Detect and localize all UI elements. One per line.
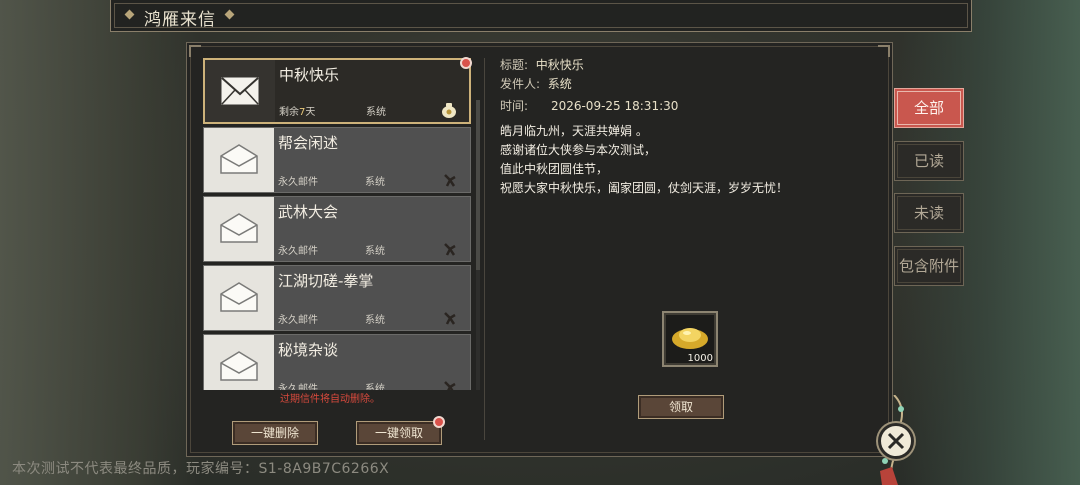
corner-ornament xyxy=(878,45,890,57)
mail-sender: 系统 xyxy=(365,246,385,257)
envelope-box xyxy=(204,266,274,330)
envelope-open-icon xyxy=(220,351,258,381)
mail-duration: 永久邮件 xyxy=(278,384,318,390)
mail-title: 武林大会 xyxy=(278,203,339,221)
tab-read[interactable]: 已读 xyxy=(894,141,964,181)
mail-title: 中秋快乐 xyxy=(279,66,340,84)
detail-body-line: 值此中秋团圆佳节， xyxy=(500,162,609,176)
gold-ingot-icon xyxy=(672,328,708,349)
envelope-box xyxy=(204,197,274,261)
mail-sender: 系统 xyxy=(366,107,386,118)
mail-duration: 永久邮件 xyxy=(278,246,318,257)
tab-all[interactable]: 全部 xyxy=(894,88,964,128)
money-bag-icon xyxy=(442,103,456,118)
envelope-open-icon xyxy=(220,282,258,312)
mail-list[interactable]: 中秋快乐 剩余7天 系统 帮会闲述 永久邮件 系统 武林大会 永久邮件 系统 江… xyxy=(203,56,473,390)
claim-button[interactable]: 领取 xyxy=(638,395,724,419)
mail-item-0[interactable]: 中秋快乐 剩余7天 系统 xyxy=(203,57,472,124)
mail-list-scrollbar-thumb[interactable] xyxy=(476,100,480,270)
detail-subject: 标题: 中秋快乐 xyxy=(500,58,584,72)
empty-bag-icon xyxy=(444,174,456,187)
mail-item-2[interactable]: 武林大会 永久邮件 系统 xyxy=(203,196,471,262)
mail-sender: 系统 xyxy=(365,177,385,188)
close-button[interactable] xyxy=(878,423,914,459)
attachment-count: 1000 xyxy=(687,353,713,364)
mail-title: 秘境杂谈 xyxy=(278,341,339,359)
mail-title: 江湖切磋-拳掌 xyxy=(278,272,374,290)
mail-duration: 永久邮件 xyxy=(278,177,318,188)
detail-time: 时间: 2026-09-25 18:31:30 xyxy=(500,99,679,113)
close-icon xyxy=(887,432,905,450)
claim-all-label: 一键领取 xyxy=(374,426,423,440)
mail-item-4[interactable]: 秘境杂谈 永久邮件 系统 xyxy=(203,334,471,390)
mail-duration: 剩余7天 xyxy=(279,107,316,118)
detail-sender: 发件人: 系统 xyxy=(500,77,572,91)
mail-item-3[interactable]: 江湖切磋-拳掌 永久邮件 系统 xyxy=(203,265,471,331)
panel-divider xyxy=(484,58,485,440)
envelope-box xyxy=(205,60,275,122)
claim-all-button[interactable]: 一键领取 xyxy=(356,416,445,445)
corner-ornament xyxy=(189,45,201,57)
title-bar xyxy=(110,0,972,32)
detail-body-line: 祝愿大家中秋快乐，阖家团圆，仗剑天涯，岁岁无忧！ xyxy=(500,181,789,195)
attachment-item[interactable]: 1000 xyxy=(662,311,718,367)
delete-all-button[interactable]: 一键删除 xyxy=(232,421,318,445)
mail-item-1[interactable]: 帮会闲述 永久邮件 系统 xyxy=(203,127,471,193)
envelope-open-icon xyxy=(220,144,258,174)
envelope-box xyxy=(204,128,274,192)
unread-dot xyxy=(460,57,472,69)
mail-sender: 系统 xyxy=(365,315,385,326)
detail-body-line: 皓月临九州，天涯共婵娟 。 xyxy=(500,124,648,138)
envelope-open-icon xyxy=(220,213,258,243)
window-title: 鸿雁来信 xyxy=(144,10,216,30)
mail-duration: 永久邮件 xyxy=(278,315,318,326)
tab-unread[interactable]: 未读 xyxy=(894,193,964,233)
detail-body-line: 感谢诸位大侠参与本次测试， xyxy=(500,143,657,157)
expire-note: 过期信件将自动删除。 xyxy=(280,394,380,405)
background-right xyxy=(900,0,1080,485)
background-left xyxy=(0,0,200,485)
mail-title: 帮会闲述 xyxy=(278,134,339,152)
empty-bag-icon xyxy=(444,381,456,390)
watermark: 本次测试不代表最终品质，玩家编号：S1-8A9B7C6266X xyxy=(12,461,390,477)
envelope-box xyxy=(204,335,274,390)
notification-dot xyxy=(433,416,445,428)
empty-bag-icon xyxy=(444,243,456,256)
envelope-closed-icon xyxy=(221,77,259,105)
tab-with-attachment[interactable]: 包含附件 xyxy=(894,246,964,286)
empty-bag-icon xyxy=(444,312,456,325)
mail-sender: 系统 xyxy=(365,384,385,390)
